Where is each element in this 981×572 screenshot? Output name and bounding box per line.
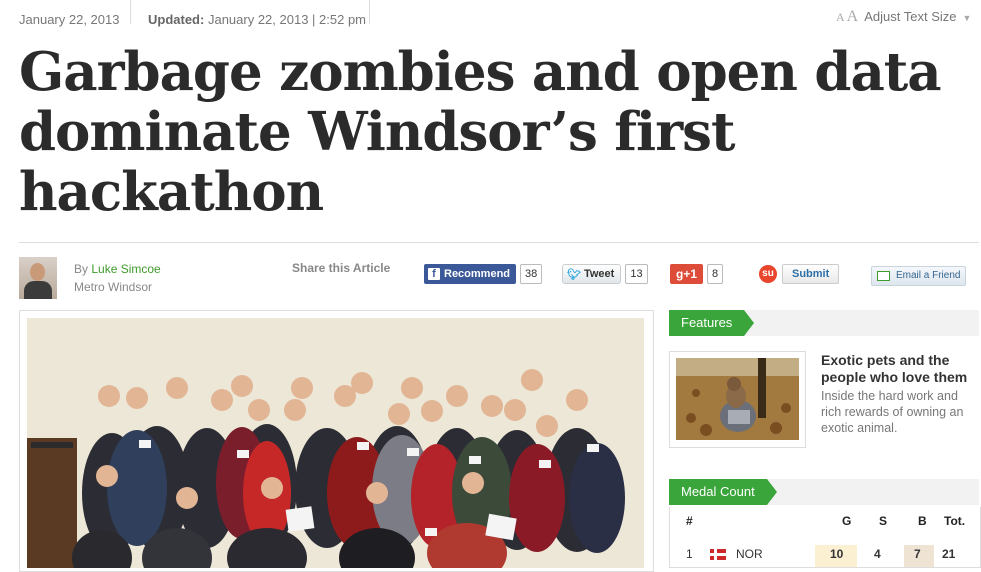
tweet-button[interactable]: 🐦︎ Tweet: [562, 264, 622, 284]
author-avatar[interactable]: [19, 257, 57, 299]
meta-divider: [369, 0, 370, 24]
medal-header-gold: G: [842, 514, 852, 528]
feature-card[interactable]: Exotic pets and the people who love them…: [669, 351, 979, 448]
author-link[interactable]: Luke Simcoe: [91, 262, 160, 276]
gplus-share[interactable]: g+1 8: [670, 264, 724, 284]
norway-flag-icon: [710, 549, 726, 560]
headline-divider: [19, 242, 979, 243]
medal-total: 21: [942, 547, 956, 561]
chevron-down-icon[interactable]: ▼: [963, 13, 972, 23]
byline-prefix: By: [74, 262, 89, 276]
medal-country: NOR: [736, 547, 763, 561]
publish-date: January 22, 2013: [19, 12, 120, 27]
medal-header-total: Tot.: [944, 514, 966, 528]
feature-thumbnail[interactable]: [669, 351, 806, 448]
email-friend-button[interactable]: Email a Friend: [871, 266, 967, 286]
gplus-button[interactable]: g+1: [670, 264, 704, 284]
facebook-share[interactable]: f Recommend 38: [424, 264, 543, 284]
facebook-recommend-button[interactable]: f Recommend: [424, 264, 517, 284]
twitter-bird-icon: 🐦︎: [567, 268, 581, 281]
twitter-count: 13: [625, 264, 648, 284]
medal-gold: 10: [830, 547, 844, 561]
meta-divider: [130, 0, 131, 24]
table-row[interactable]: 1 NOR 10 4 7 21: [670, 543, 980, 567]
updated-date: Updated: January 22, 2013 | 2:52 pm: [148, 12, 366, 27]
feature-title[interactable]: Exotic pets and the people who love them: [821, 352, 979, 386]
twitter-share[interactable]: 🐦︎ Tweet 13: [562, 264, 648, 284]
email-share[interactable]: Email a Friend: [871, 266, 967, 286]
updated-value: January 22, 2013 | 2:52 pm: [207, 12, 367, 27]
medal-header-bronze: B: [918, 514, 927, 528]
feature-image: [676, 358, 799, 440]
features-header: Features: [669, 310, 979, 336]
tweet-label: Tweet: [583, 268, 615, 280]
stumbleupon-icon: su: [759, 265, 777, 283]
byline: By Luke Simcoe: [74, 262, 161, 276]
facebook-icon: f: [428, 268, 440, 280]
share-title: Share this Article: [292, 261, 391, 275]
adjust-text-size-control[interactable]: A A Adjust Text Size ▼: [836, 8, 971, 26]
medal-count-tab[interactable]: Medal Count: [669, 479, 777, 505]
exotic-pet-illustration: [676, 358, 799, 440]
email-label: Email a Friend: [896, 270, 961, 281]
text-smaller-button[interactable]: A: [836, 10, 845, 25]
gplus-count: 8: [707, 264, 724, 284]
facebook-count: 38: [520, 264, 543, 284]
stumbleupon-share[interactable]: su Submit: [759, 264, 840, 284]
article-photo-frame: [19, 310, 654, 572]
stumbleupon-submit-button[interactable]: Submit: [782, 264, 840, 284]
sidebar: Features Exotic pets and the people who …: [669, 310, 981, 568]
features-tab[interactable]: Features: [669, 310, 755, 336]
medal-count-header: Medal Count: [669, 479, 979, 505]
article-meta-bar: January 22, 2013 Updated: January 22, 20…: [0, 0, 981, 36]
envelope-icon: [877, 271, 890, 281]
adjust-text-size-label[interactable]: Adjust Text Size: [864, 9, 956, 24]
avatar-body: [24, 281, 52, 299]
facebook-label: Recommend: [444, 268, 511, 280]
medal-header-rank: #: [686, 514, 693, 528]
publication-name: Metro Windsor: [74, 280, 153, 294]
avatar-face: [30, 263, 45, 281]
updated-label: Updated:: [148, 12, 205, 27]
medal-header-silver: S: [879, 514, 888, 528]
article-headline: Garbage zombies and open data dominate W…: [19, 41, 942, 223]
gplus-label: +1: [683, 267, 698, 281]
medal-count-widget: Medal Count # G S B Tot. 1 NOR 10 4 7 21: [669, 479, 981, 568]
medal-rank: 1: [686, 547, 693, 561]
feature-description: Inside the hard work and rich rewards of…: [821, 389, 964, 435]
group-photo-illustration: [27, 318, 644, 568]
medal-silver: 4: [874, 547, 881, 561]
medal-table: # G S B Tot. 1 NOR 10 4 7 21: [669, 507, 981, 568]
medal-bronze: 7: [914, 547, 921, 561]
text-larger-button[interactable]: A: [847, 8, 859, 26]
hackathon-group-photo[interactable]: [27, 318, 644, 568]
